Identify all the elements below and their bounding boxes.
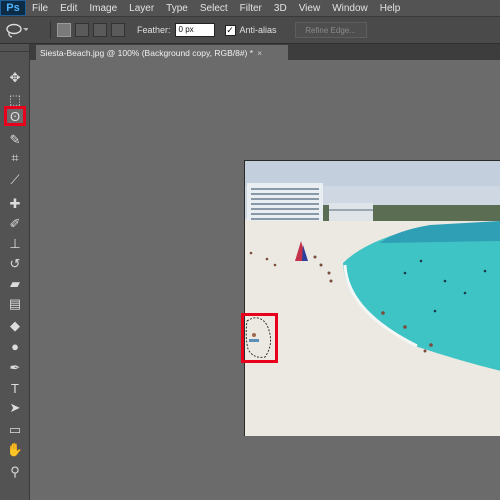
path-selection-tool[interactable]: ➤ bbox=[4, 398, 26, 418]
beach-photo bbox=[245, 161, 500, 436]
crop-icon: ⌗ bbox=[11, 150, 19, 165]
menu-3d[interactable]: 3D bbox=[268, 3, 293, 14]
type-tool[interactable]: T bbox=[4, 378, 26, 398]
hand-icon: ✋ bbox=[6, 442, 24, 457]
menu-filter[interactable]: Filter bbox=[234, 3, 268, 14]
menu-help[interactable]: Help bbox=[374, 3, 407, 14]
menu-file[interactable]: File bbox=[26, 3, 54, 14]
eyedropper-tool[interactable]: ⟋ bbox=[4, 170, 26, 190]
menu-window[interactable]: Window bbox=[326, 3, 374, 14]
quick-selection-icon: ✎ bbox=[9, 132, 21, 147]
photoshop-logo: Ps bbox=[0, 0, 26, 16]
healing-brush-icon: ✚ bbox=[9, 196, 21, 211]
dodge-icon: ● bbox=[11, 338, 19, 354]
blur-tool[interactable]: ◆ bbox=[4, 316, 26, 336]
tool-preset-picker[interactable] bbox=[4, 20, 44, 40]
lasso-selection-highlight bbox=[241, 313, 278, 363]
lasso-icon bbox=[6, 23, 28, 38]
menu-layer[interactable]: Layer bbox=[123, 3, 160, 14]
blur-icon: ◆ bbox=[10, 318, 20, 333]
dodge-tool[interactable]: ● bbox=[4, 336, 26, 356]
document-tab-title: Siesta-Beach.jpg @ 100% (Background copy… bbox=[40, 47, 254, 58]
anti-alias-label: Anti-alias bbox=[239, 25, 277, 35]
zoom-tool[interactable]: ⚲ bbox=[4, 462, 26, 482]
history-brush-icon: ↺ bbox=[9, 256, 21, 271]
menu-view[interactable]: View bbox=[293, 3, 327, 14]
clone-stamp-tool[interactable]: ⊥ bbox=[4, 234, 26, 254]
eraser-tool[interactable]: ▰ bbox=[4, 274, 26, 294]
document-tab-bar: Siesta-Beach.jpg @ 100% (Background copy… bbox=[30, 44, 500, 60]
shape-tool[interactable]: ▭ bbox=[4, 420, 26, 440]
options-bar: Feather: 0 px ✓ Anti-alias Refine Edge..… bbox=[0, 16, 500, 44]
feather-label: Feather: bbox=[137, 25, 171, 35]
document-canvas[interactable] bbox=[244, 160, 500, 436]
brush-tool[interactable]: ✐ bbox=[4, 214, 26, 234]
gradient-icon: ▤ bbox=[8, 296, 22, 311]
eraser-icon: ▰ bbox=[10, 276, 20, 291]
crop-tool[interactable]: ⌗ bbox=[4, 148, 26, 168]
healing-brush-tool[interactable]: ✚ bbox=[4, 194, 26, 214]
refine-edge-button[interactable]: Refine Edge... bbox=[294, 22, 367, 38]
new-selection-button[interactable] bbox=[57, 23, 71, 37]
clone-stamp-icon: ⊥ bbox=[9, 236, 21, 251]
hand-tool[interactable]: ✋ bbox=[4, 440, 26, 460]
menu-image[interactable]: Image bbox=[83, 3, 123, 14]
subtract-from-selection-button[interactable] bbox=[93, 23, 107, 37]
pen-tool[interactable]: ✒ bbox=[4, 358, 26, 378]
checkmark-icon: ✓ bbox=[226, 24, 234, 35]
path-selection-icon: ➤ bbox=[9, 400, 21, 415]
document-tab[interactable]: Siesta-Beach.jpg @ 100% (Background copy… bbox=[36, 45, 288, 60]
shape-icon: ▭ bbox=[8, 422, 22, 437]
menu-edit[interactable]: Edit bbox=[54, 3, 83, 14]
history-brush-tool[interactable]: ↺ bbox=[4, 254, 26, 274]
menu-bar: Ps File Edit Image Layer Type Select Fil… bbox=[0, 0, 500, 16]
anti-alias-checkbox[interactable]: ✓ bbox=[224, 24, 236, 36]
quick-selection-tool[interactable]: ✎ bbox=[4, 130, 26, 150]
move-icon: ✥ bbox=[9, 70, 21, 85]
eyedropper-icon: ⟋ bbox=[10, 172, 20, 187]
zoom-icon: ⚲ bbox=[10, 464, 20, 479]
menu-select[interactable]: Select bbox=[194, 3, 234, 14]
pen-icon: ✒ bbox=[9, 360, 21, 375]
feather-input[interactable]: 0 px bbox=[174, 23, 215, 37]
lasso-icon: ʘ bbox=[9, 108, 21, 124]
intersect-selection-button[interactable] bbox=[111, 23, 125, 37]
brush-icon: ✐ bbox=[9, 216, 21, 231]
add-to-selection-button[interactable] bbox=[75, 23, 89, 37]
divider bbox=[50, 21, 51, 39]
panel-grip[interactable] bbox=[0, 44, 29, 52]
type-icon: T bbox=[11, 380, 19, 396]
gradient-tool[interactable]: ▤ bbox=[4, 294, 26, 314]
move-tool[interactable]: ✥ bbox=[4, 68, 26, 88]
lasso-tool[interactable]: ʘ bbox=[4, 106, 26, 126]
menu-type[interactable]: Type bbox=[160, 3, 194, 14]
close-icon[interactable]: × bbox=[257, 48, 262, 58]
